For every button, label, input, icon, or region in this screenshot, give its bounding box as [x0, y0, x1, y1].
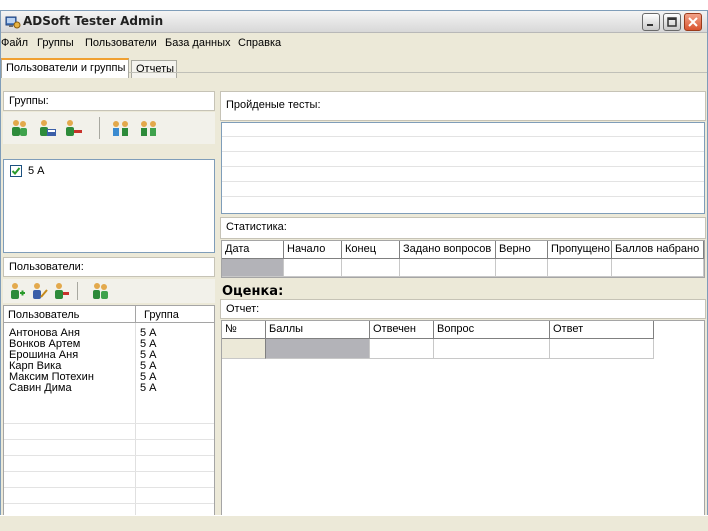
column-header-score[interactable]: Баллов набрано: [612, 241, 704, 259]
row-line: [4, 487, 214, 488]
report-row-header[interactable]: [222, 339, 266, 359]
groups-toolbar: [3, 112, 215, 144]
column-header-questions[interactable]: Задано вопросов: [400, 241, 496, 259]
stats-cell[interactable]: [400, 259, 496, 277]
row-line: [222, 181, 704, 182]
stats-cell[interactable]: [284, 259, 342, 277]
row-line: [222, 196, 704, 197]
window-title: ADSoft Tester Admin: [23, 14, 164, 28]
stats-cell[interactable]: [496, 259, 548, 277]
row-line: [4, 503, 214, 504]
tests-header: Пройденые тесты:: [220, 91, 706, 121]
menu-database[interactable]: База данных: [165, 37, 231, 49]
tests-list[interactable]: [221, 122, 705, 214]
toolbar-separator: [99, 117, 100, 139]
menu-users[interactable]: Пользователи: [85, 37, 157, 49]
stats-cell[interactable]: [548, 259, 612, 277]
rating-label: Оценка:: [222, 284, 284, 299]
tab-reports[interactable]: Отчеты: [131, 60, 177, 78]
group-checkbox[interactable]: [10, 165, 22, 177]
maximize-icon: [667, 17, 677, 27]
column-header-answered[interactable]: Отвечен: [370, 321, 434, 339]
groups-header: Группы:: [3, 91, 215, 111]
report-cell[interactable]: [550, 339, 654, 359]
column-header-group[interactable]: Группа: [144, 309, 179, 321]
add-group-icon[interactable]: [9, 118, 29, 138]
toolbar-separator: [77, 282, 78, 300]
row-line: [4, 439, 214, 440]
user-name: Савин Дима: [9, 382, 72, 394]
tab-users-groups[interactable]: Пользователи и группы: [1, 58, 129, 78]
menu-bar: Файл Группы Пользователи База данных Спр…: [1, 34, 707, 52]
title-bar[interactable]: ADSoft Tester Admin: [1, 11, 707, 33]
group-users-icon[interactable]: [111, 118, 131, 138]
column-header-user[interactable]: Пользователь: [8, 309, 79, 321]
column-header-answer[interactable]: Ответ: [550, 321, 654, 339]
app-icon: [5, 14, 21, 30]
row-line: [222, 136, 704, 137]
report-cell[interactable]: [434, 339, 550, 359]
users-header: Пользователи:: [3, 257, 215, 277]
stats-cell[interactable]: [342, 259, 400, 277]
menu-help[interactable]: Справка: [238, 37, 281, 49]
column-header-number[interactable]: №: [222, 321, 266, 339]
report-cell[interactable]: [370, 339, 434, 359]
maximize-button[interactable]: [663, 13, 681, 31]
check-icon: [11, 167, 21, 175]
row-line: [4, 471, 214, 472]
groups-list[interactable]: 5 А: [3, 159, 215, 253]
stats-cell[interactable]: [612, 259, 704, 277]
add-user-icon[interactable]: [7, 281, 27, 301]
report-cell-selected[interactable]: [266, 339, 370, 359]
group-members-icon[interactable]: [139, 118, 159, 138]
main-window: ADSoft Tester Admin Файл Группы Пользова…: [0, 10, 708, 525]
close-button[interactable]: [684, 13, 702, 31]
column-divider: [135, 306, 136, 323]
status-bar: [0, 515, 708, 531]
row-line: [4, 423, 214, 424]
row-line: [4, 455, 214, 456]
minimize-button[interactable]: [642, 13, 660, 31]
row-line: [222, 166, 704, 167]
column-header-date[interactable]: Дата: [222, 241, 284, 259]
delete-user-icon[interactable]: [51, 281, 71, 301]
minimize-icon: [647, 24, 653, 26]
report-header: Отчет:: [220, 299, 706, 319]
menu-file[interactable]: Файл: [1, 37, 28, 49]
stats-grid[interactable]: Дата Начало Конец Задано вопросов Верно …: [221, 240, 705, 278]
column-header-start[interactable]: Начало: [284, 241, 342, 259]
stats-cell-selected[interactable]: [222, 259, 284, 277]
edit-user-icon[interactable]: [29, 281, 49, 301]
column-header-question[interactable]: Вопрос: [434, 321, 550, 339]
row-line: [222, 151, 704, 152]
menu-groups[interactable]: Группы: [37, 37, 74, 49]
column-header-correct[interactable]: Верно: [496, 241, 548, 259]
column-header-skipped[interactable]: Пропущено: [548, 241, 612, 259]
column-header-points[interactable]: Баллы: [266, 321, 370, 339]
close-icon: [688, 17, 698, 27]
stats-header: Статистика:: [220, 217, 706, 239]
edit-group-icon[interactable]: [37, 118, 57, 138]
users-toolbar: [3, 279, 215, 303]
column-header-end[interactable]: Конец: [342, 241, 400, 259]
user-group-icon[interactable]: [91, 281, 111, 301]
user-group: 5 А: [140, 382, 157, 394]
delete-group-icon[interactable]: [63, 118, 83, 138]
users-list[interactable]: Пользователь Группа Антонова Аня 5 А Вон…: [3, 305, 215, 524]
group-item-label[interactable]: 5 А: [28, 165, 45, 177]
report-grid[interactable]: № Баллы Отвечен Вопрос Ответ: [221, 320, 705, 524]
users-list-header: Пользователь Группа: [4, 306, 214, 323]
